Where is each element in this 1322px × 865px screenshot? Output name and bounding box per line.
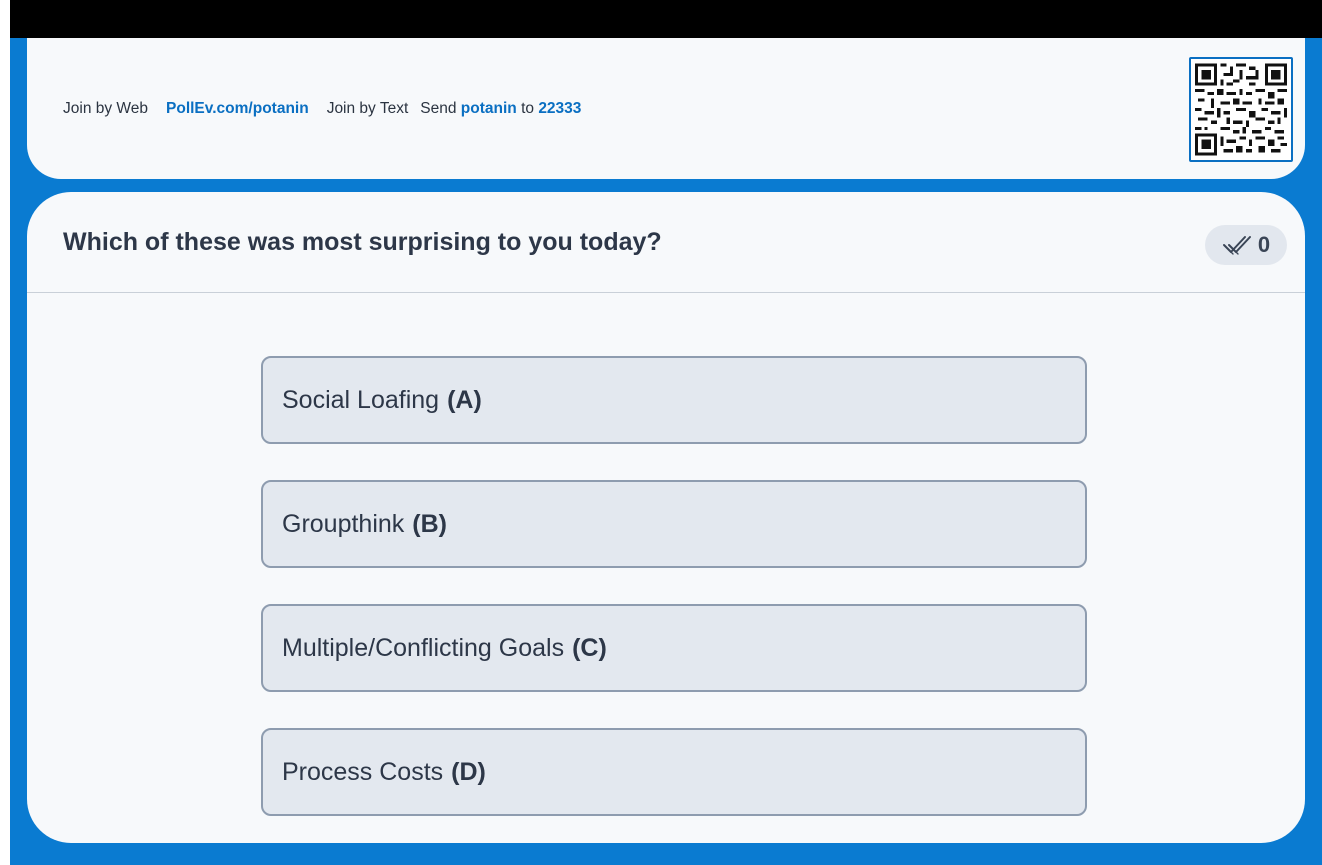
join-instructions-card: Join by Web PollEv.com/potanin Join by Tex…: [27, 38, 1305, 179]
poll-options: Social Loafing (A) Groupthink (B) Multiple…: [261, 356, 1087, 843]
join-web-label: Join by Web: [63, 100, 149, 117]
option-letter: (A): [447, 385, 482, 414]
option-d[interactable]: Process Costs (D): [261, 728, 1087, 816]
join-text-label: Join by Text: [326, 100, 409, 117]
presentation-frame: Join by Web PollEv.com/potanin Join by Tex…: [10, 0, 1322, 865]
option-c[interactable]: Multiple/Conflicting Goals (C): [261, 604, 1087, 692]
poll-card: Which of these was most surprising to yo…: [27, 192, 1305, 843]
response-count-badge: 0: [1205, 225, 1287, 265]
option-a[interactable]: Social Loafing (A): [261, 356, 1087, 444]
poll-question: Which of these was most surprising to yo…: [63, 228, 662, 256]
option-letter: (C): [572, 633, 607, 662]
join-send-word: Send: [420, 100, 457, 117]
option-label: Groupthink: [282, 509, 405, 538]
join-number: 22333: [538, 100, 582, 117]
join-keyword: potanin: [460, 100, 517, 117]
option-label: Social Loafing: [282, 385, 440, 414]
join-instructions: Join by Web PollEv.com/potanin Join by Tex…: [63, 100, 581, 118]
double-check-icon: [1222, 236, 1251, 255]
option-label: Multiple/Conflicting Goals: [282, 633, 565, 662]
top-black-bar: [10, 0, 1322, 38]
option-letter: (B): [412, 509, 448, 538]
join-web-url[interactable]: PollEv.com/potanin: [166, 100, 309, 117]
qr-code-icon: [1189, 57, 1293, 162]
option-label: Process Costs: [282, 757, 444, 786]
poll-header: Which of these was most surprising to yo…: [27, 192, 1305, 293]
response-count: 0: [1257, 232, 1271, 257]
option-b[interactable]: Groupthink (B): [261, 480, 1087, 568]
join-to-word: to: [521, 100, 534, 117]
option-letter: (D): [451, 757, 486, 786]
qr-code-graphic: [1195, 63, 1287, 156]
